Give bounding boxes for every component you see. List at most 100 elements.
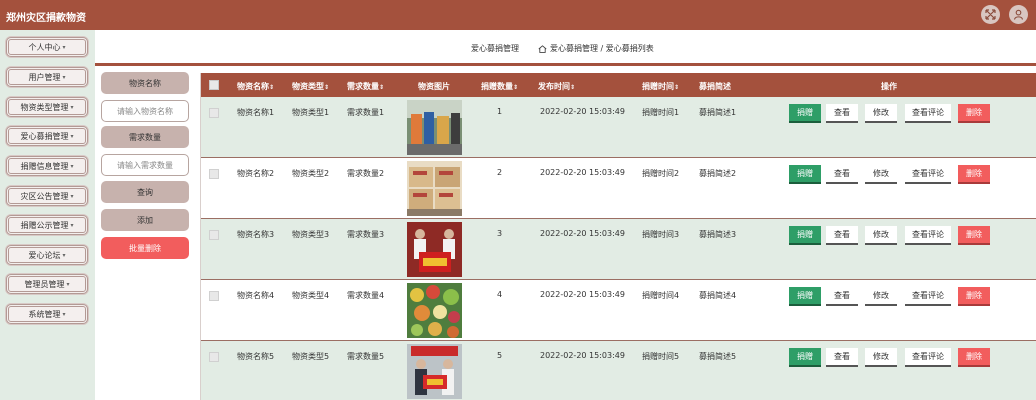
delete-button[interactable]: 删除 <box>958 348 990 367</box>
breadcrumb: 爱心募捐管理 / 爱心募捐列表 <box>538 43 654 54</box>
name-filter-field[interactable] <box>101 100 189 122</box>
table-header: 物资名称⇕ 物资类型⇕ 需求数量⇕ 物资图片 捐赠数量⇕ 发布时间⇕ 捐赠时间⇕ 募捐简述 操作 <box>201 73 1036 97</box>
batch-delete-button[interactable]: 批量删除 <box>101 237 189 259</box>
view-button[interactable]: 查看 <box>826 226 858 245</box>
fullscreen-icon[interactable] <box>981 5 1000 24</box>
column-header[interactable]: 捐赠时间⇕ <box>642 81 679 92</box>
cell-name: 物资名称2 <box>237 169 275 178</box>
cell-donate-time: 捐赠时间4 <box>642 291 680 300</box>
cell-published: 2022-02-20 15:03:49 <box>540 351 625 360</box>
sidebar-item[interactable]: 灾区公告管理 ▾ <box>6 186 88 206</box>
view-comments-button[interactable]: 查看评论 <box>905 165 951 184</box>
cell-donate-time: 捐赠时间5 <box>642 352 680 361</box>
view-button[interactable]: 查看 <box>826 104 858 123</box>
name-search-input[interactable] <box>103 106 187 116</box>
sidebar-item-label: 用户管理 <box>28 72 61 82</box>
cell-donated: 4 <box>497 290 503 299</box>
table-row: 物资名称3 物资类型3 需求数量3 3 2022-02-20 15:03:49 捐赠时间3… <box>201 219 1036 280</box>
view-comments-button[interactable]: 查看评论 <box>905 104 951 123</box>
sidebar-item[interactable]: 系统管理 ▾ <box>6 304 88 324</box>
view-button[interactable]: 查看 <box>826 348 858 367</box>
column-header-label: 发布时间 <box>538 82 570 91</box>
donate-button[interactable]: 捐赠 <box>789 165 821 184</box>
delete-button[interactable]: 删除 <box>958 226 990 245</box>
edit-button[interactable]: 修改 <box>865 348 897 367</box>
view-button[interactable]: 查看 <box>826 287 858 306</box>
material-photo[interactable] <box>407 283 462 338</box>
material-photo[interactable] <box>407 161 462 216</box>
view-comments-button[interactable]: 查看评论 <box>905 348 951 367</box>
delete-button[interactable]: 删除 <box>958 287 990 306</box>
sort-icon[interactable]: ⇕ <box>269 84 274 91</box>
sort-icon[interactable]: ⇕ <box>513 84 518 91</box>
cell-type: 物资类型5 <box>292 352 330 361</box>
sidebar-item-label: 爱心募捐管理 <box>20 131 69 141</box>
delete-button[interactable]: 删除 <box>958 165 990 184</box>
cell-name: 物资名称4 <box>237 291 275 300</box>
cell-summary: 募捐简述3 <box>699 230 737 239</box>
add-button[interactable]: 添加 <box>101 209 189 231</box>
edit-button[interactable]: 修改 <box>865 165 897 184</box>
cell-demand: 需求数量5 <box>347 352 385 361</box>
delete-button[interactable]: 删除 <box>958 104 990 123</box>
sidebar-item[interactable]: 物资类型管理 ▾ <box>6 97 88 117</box>
sidebar-item[interactable]: 捐赠信息管理 ▾ <box>6 156 88 176</box>
qty-filter-field[interactable] <box>101 154 189 176</box>
breadcrumb-path[interactable]: 爱心募捐管理 / 爱心募捐列表 <box>550 43 654 54</box>
sidebar-item[interactable]: 管理员管理 ▾ <box>6 274 88 294</box>
view-comments-button[interactable]: 查看评论 <box>905 226 951 245</box>
sidebar-item[interactable]: 捐赠公示管理 ▾ <box>6 215 88 235</box>
sort-icon[interactable]: ⇕ <box>379 84 384 91</box>
chevron-down-icon: ▾ <box>70 192 74 200</box>
cell-demand: 需求数量2 <box>347 169 385 178</box>
edit-button[interactable]: 修改 <box>865 104 897 123</box>
table-row: 物资名称5 物资类型5 需求数量5 5 2022-02-20 15:03:49 捐赠时间5… <box>201 341 1036 400</box>
material-photo[interactable] <box>407 344 462 399</box>
donate-button[interactable]: 捐赠 <box>789 287 821 306</box>
column-header-label: 物资类型 <box>292 82 324 91</box>
material-photo[interactable] <box>407 222 462 277</box>
row-checkbox[interactable] <box>209 352 219 362</box>
column-header-label: 操作 <box>881 82 897 91</box>
sidebar-item[interactable]: 用户管理 ▾ <box>6 67 88 87</box>
column-header: 操作 <box>881 81 897 92</box>
donate-button[interactable]: 捐赠 <box>789 348 821 367</box>
sidebar-item[interactable]: 爱心论坛 ▾ <box>6 245 88 265</box>
donate-button[interactable]: 捐赠 <box>789 226 821 245</box>
row-checkbox[interactable] <box>209 169 219 179</box>
edit-button[interactable]: 修改 <box>865 226 897 245</box>
donate-button[interactable]: 捐赠 <box>789 104 821 123</box>
material-photo[interactable] <box>407 100 462 155</box>
cell-demand: 需求数量4 <box>347 291 385 300</box>
row-checkbox[interactable] <box>209 108 219 118</box>
sidebar-item-label: 捐赠公示管理 <box>20 220 69 230</box>
view-comments-button[interactable]: 查看评论 <box>905 287 951 306</box>
home-icon[interactable] <box>538 44 547 53</box>
cell-donate-time: 捐赠时间1 <box>642 108 680 117</box>
cell-published: 2022-02-20 15:03:49 <box>540 290 625 299</box>
qty-search-input[interactable] <box>103 160 187 170</box>
chevron-down-icon: ▾ <box>70 103 74 111</box>
column-header[interactable]: 物资名称⇕ <box>237 81 274 92</box>
column-header[interactable]: 捐赠数量⇕ <box>481 81 518 92</box>
column-header[interactable]: 物资类型⇕ <box>292 81 329 92</box>
user-icon[interactable] <box>1009 5 1028 24</box>
edit-button[interactable]: 修改 <box>865 287 897 306</box>
column-header-label: 募捐简述 <box>699 82 731 91</box>
sort-icon[interactable]: ⇕ <box>674 84 679 91</box>
sidebar-item[interactable]: 爱心募捐管理 ▾ <box>6 126 88 146</box>
sidebar-item[interactable]: 个人中心 ▾ <box>6 37 88 57</box>
sort-icon[interactable]: ⇕ <box>324 84 329 91</box>
view-button[interactable]: 查看 <box>826 165 858 184</box>
column-header[interactable]: 发布时间⇕ <box>538 81 575 92</box>
name-filter-label: 物资名称 <box>101 72 189 94</box>
select-all-checkbox[interactable] <box>209 80 219 90</box>
sidebar-item-label: 物资类型管理 <box>20 102 69 112</box>
cell-summary: 募捐简述5 <box>699 352 737 361</box>
query-button[interactable]: 查询 <box>101 181 189 203</box>
row-checkbox[interactable] <box>209 291 219 301</box>
column-header[interactable]: 需求数量⇕ <box>347 81 384 92</box>
data-table: 物资名称⇕ 物资类型⇕ 需求数量⇕ 物资图片 捐赠数量⇕ 发布时间⇕ 捐赠时间⇕ 募捐简述 操作… <box>200 73 1036 400</box>
sort-icon[interactable]: ⇕ <box>570 84 575 91</box>
row-checkbox[interactable] <box>209 230 219 240</box>
